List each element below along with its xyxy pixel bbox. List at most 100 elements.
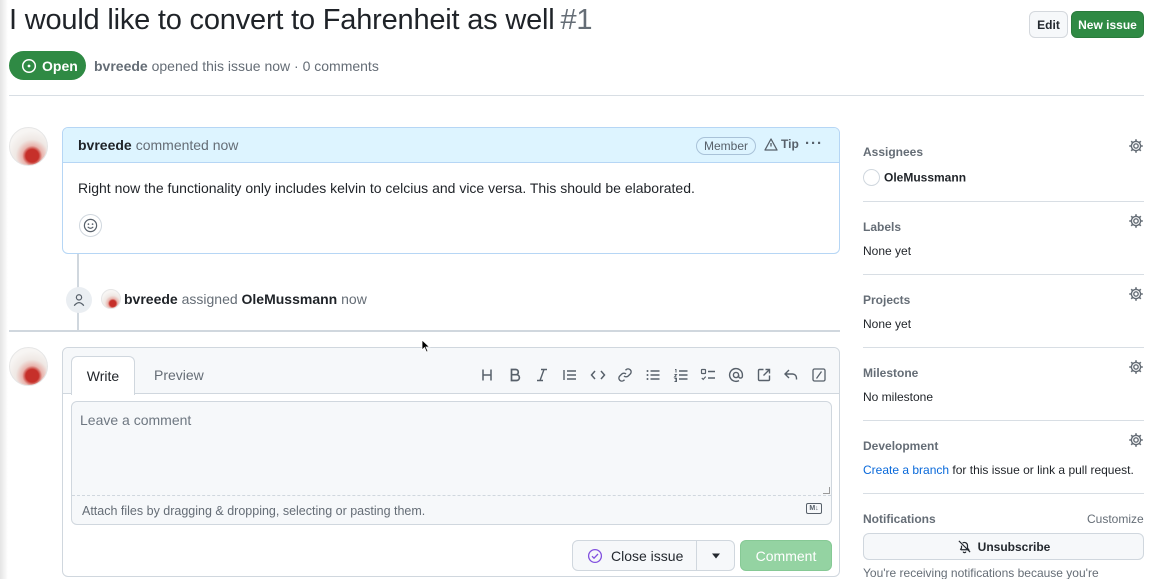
edit-button[interactable]: Edit: [1029, 11, 1068, 38]
cross-reference-icon[interactable]: [750, 364, 778, 386]
sidebar-divider: [863, 201, 1144, 202]
event-action: assigned: [181, 291, 238, 307]
comment-author-avatar[interactable]: [9, 127, 48, 166]
tab-preview[interactable]: Preview: [154, 367, 204, 383]
projects-value: None yet: [863, 317, 912, 331]
sidebar-notifications: Notifications Customize: [863, 512, 1144, 526]
assignment-event: bvreede assigned OleMussmann now: [124, 291, 367, 307]
assignees-label[interactable]: Assignees: [863, 145, 1144, 159]
ordered-list-icon[interactable]: [667, 364, 695, 386]
issue-number: #1: [560, 4, 593, 36]
bell-slash-icon: [958, 540, 971, 554]
issue-state-label: Open: [42, 57, 78, 74]
sidebar-divider: [863, 420, 1144, 421]
unordered-list-icon[interactable]: [639, 364, 667, 386]
markdown-icon: M↓: [806, 503, 822, 514]
issue-author-link[interactable]: bvreede: [94, 58, 148, 74]
customize-link[interactable]: Customize: [1087, 512, 1144, 526]
code-icon[interactable]: [584, 364, 612, 386]
sidebar-projects: Projects None yet: [863, 287, 1144, 331]
add-reaction-button[interactable]: [79, 214, 102, 237]
gear-icon[interactable]: [1128, 138, 1144, 154]
triangle-down-icon: [711, 553, 720, 558]
labels-value: None yet: [863, 244, 912, 258]
bold-icon[interactable]: [501, 364, 529, 386]
sidebar-milestone: Milestone No milestone: [863, 360, 1144, 404]
comment-author-link[interactable]: bvreede: [78, 137, 132, 153]
saved-reply-icon[interactable]: [778, 364, 806, 386]
new-issue-button[interactable]: New issue: [1071, 11, 1144, 38]
mouse-cursor-icon: [421, 339, 431, 353]
person-icon: [66, 287, 92, 313]
development-value: Create a branch for this issue or link a…: [863, 463, 1134, 477]
quote-icon[interactable]: [556, 364, 584, 386]
milestone-label[interactable]: Milestone: [863, 366, 1144, 380]
issue-opened-icon: [21, 58, 37, 73]
comment-textarea-wrapper: Leave a comment Attach files by dragging…: [71, 401, 832, 525]
comment-timestamp[interactable]: commented now: [136, 137, 239, 153]
member-badge: Member: [696, 137, 757, 155]
heading-icon[interactable]: [473, 364, 501, 386]
milestone-value: No milestone: [863, 390, 934, 404]
comment-textarea[interactable]: Leave a comment: [72, 402, 831, 496]
sidebar-divider: [863, 347, 1144, 348]
issue-title-text: I would like to convert to Fahrenheit as…: [9, 4, 555, 36]
tip-link[interactable]: Tip: [764, 137, 799, 151]
sidebar-divider: [863, 493, 1144, 494]
gear-icon[interactable]: [1128, 286, 1144, 302]
resize-handle-icon[interactable]: [823, 487, 830, 494]
issue-meta: bvreede opened this issue now · 0 commen…: [94, 58, 379, 74]
header-divider: [9, 95, 1144, 96]
projects-label[interactable]: Projects: [863, 293, 1144, 307]
assignee-name: OleMussmann: [884, 170, 967, 185]
timeline-divider: [9, 330, 840, 332]
sidebar-divider: [863, 274, 1144, 275]
assignee-item[interactable]: OleMussmann: [863, 169, 967, 187]
event-actor-link[interactable]: bvreede: [124, 291, 178, 307]
issue-state-badge: Open: [9, 51, 86, 80]
gear-icon[interactable]: [1128, 432, 1144, 448]
smiley-icon: [83, 218, 98, 233]
new-comment-form: Write Preview Leave a comment Attach fil…: [62, 347, 840, 577]
comment-options-icon[interactable]: ···: [805, 135, 823, 152]
sidebar-labels: Labels None yet: [863, 214, 1144, 258]
sidebar-assignees: Assignees OleMussmann: [863, 139, 1144, 186]
notification-reason: You're receiving notifications because y…: [863, 566, 1099, 579]
close-issue-button[interactable]: Close issue: [572, 540, 697, 571]
event-time[interactable]: now: [341, 291, 367, 307]
comment-placeholder: Leave a comment: [80, 412, 192, 428]
event-target-link[interactable]: OleMussmann: [242, 291, 338, 307]
gear-icon[interactable]: [1128, 213, 1144, 229]
unsubscribe-label: Unsubscribe: [977, 539, 1051, 554]
alert-icon: [764, 137, 778, 151]
development-suffix: for this issue or link a pull request.: [949, 463, 1134, 477]
mention-icon[interactable]: [722, 364, 750, 386]
gear-icon[interactable]: [1128, 359, 1144, 375]
task-list-icon[interactable]: [695, 364, 723, 386]
window-edge-shadow: [0, 0, 8, 579]
tab-write[interactable]: Write: [71, 356, 135, 395]
attach-files-hint[interactable]: Attach files by dragging & dropping, sel…: [82, 504, 425, 518]
unsubscribe-button[interactable]: Unsubscribe: [863, 533, 1144, 560]
markdown-toolbar: [473, 364, 833, 386]
tip-label: Tip: [781, 137, 799, 151]
issue-title: I would like to convert to Fahrenheit as…: [9, 4, 593, 37]
comment-submit-button[interactable]: Comment: [740, 540, 832, 571]
event-actor-avatar[interactable]: [101, 289, 121, 309]
issue-meta-text: opened this issue now · 0 comments: [151, 58, 379, 74]
comment-body: Right now the functionality only include…: [78, 180, 695, 196]
link-icon[interactable]: [611, 364, 639, 386]
development-label[interactable]: Development: [863, 439, 1144, 453]
issue-comment: bvreede commented now Member Tip ··· Rig…: [62, 127, 840, 254]
composer-tabs: Write Preview: [63, 348, 839, 395]
create-branch-link[interactable]: Create a branch: [863, 463, 949, 477]
labels-label[interactable]: Labels: [863, 220, 1144, 234]
sidebar-development: Development Create a branch for this iss…: [863, 433, 1144, 477]
assignee-avatar: [863, 169, 880, 186]
current-user-avatar[interactable]: [9, 347, 48, 386]
slash-command-icon[interactable]: [805, 364, 833, 386]
check-circle-icon: [587, 548, 603, 563]
close-issue-label: Close issue: [611, 547, 684, 564]
italic-icon[interactable]: [528, 364, 556, 386]
close-options-dropdown[interactable]: [696, 540, 735, 571]
